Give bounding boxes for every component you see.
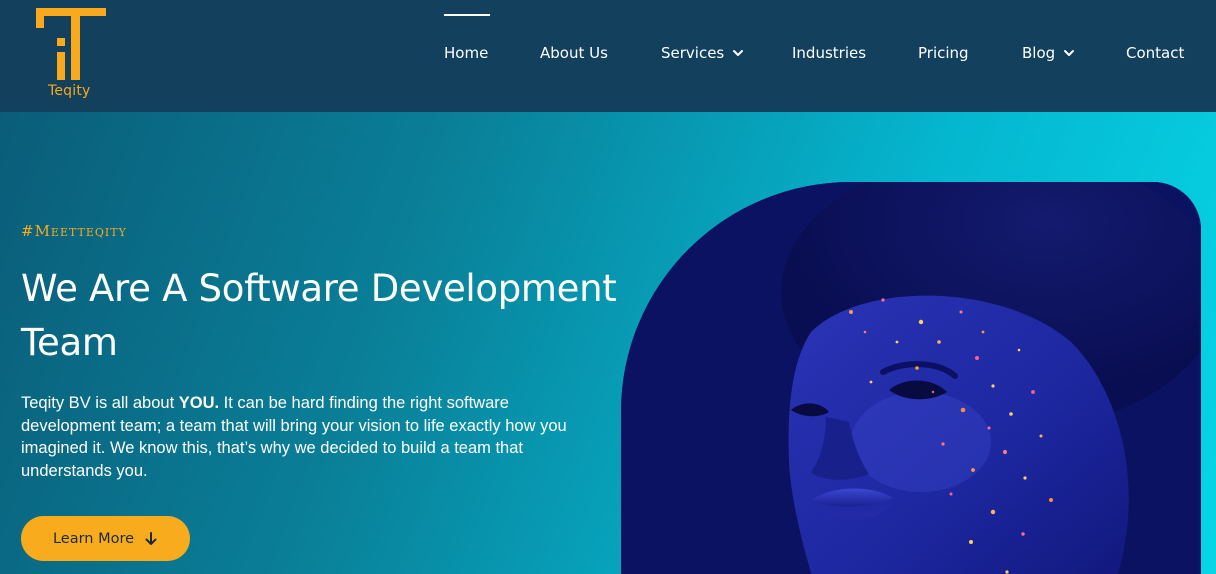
main-nav: Home About Us Services Industries Pricin… <box>420 0 1216 112</box>
nav-item-industries[interactable]: Industries <box>792 44 866 62</box>
chevron-down-icon <box>733 50 744 56</box>
page: Teqity Home About Us Services Industries… <box>0 0 1216 574</box>
nav-item-label: Contact <box>1126 44 1185 62</box>
chevron-down-icon <box>1064 50 1075 56</box>
hero-description: Teqity BV is all about YOU. It can be ha… <box>21 392 601 482</box>
nav-item-label: About Us <box>540 44 608 62</box>
description-emphasis: YOU. <box>178 394 220 412</box>
arrow-down-icon <box>145 531 157 545</box>
learn-more-button[interactable]: Learn More <box>21 516 190 561</box>
nav-item-label: Blog <box>1022 44 1056 62</box>
nav-item-label: Services <box>661 44 725 62</box>
nav-item-contact[interactable]: Contact <box>1126 44 1184 62</box>
description-lead: Teqity BV is all about <box>21 394 179 412</box>
learn-more-label: Learn More <box>52 530 135 547</box>
nav-item-pricing[interactable]: Pricing <box>918 44 969 62</box>
site-header: Teqity Home About Us Services Industries… <box>0 0 1216 112</box>
nav-item-about-us[interactable]: About Us <box>540 44 608 62</box>
hero-portrait-image <box>621 182 1201 574</box>
portrait-illustration <box>621 182 1201 574</box>
active-nav-indicator <box>444 14 490 16</box>
hero-tagline: #Meetteqity <box>21 222 127 240</box>
nav-item-label: Home <box>444 44 489 62</box>
brand-name: Teqity <box>48 83 91 99</box>
nav-item-label: Industries <box>792 44 867 62</box>
hero-headline: We Are A Software Development Team <box>21 267 617 364</box>
nav-item-home[interactable]: Home <box>444 44 488 62</box>
nav-item-blog[interactable]: Blog <box>1022 44 1075 62</box>
nav-item-services[interactable]: Services <box>661 44 744 62</box>
nav-item-label: Pricing <box>918 44 969 62</box>
